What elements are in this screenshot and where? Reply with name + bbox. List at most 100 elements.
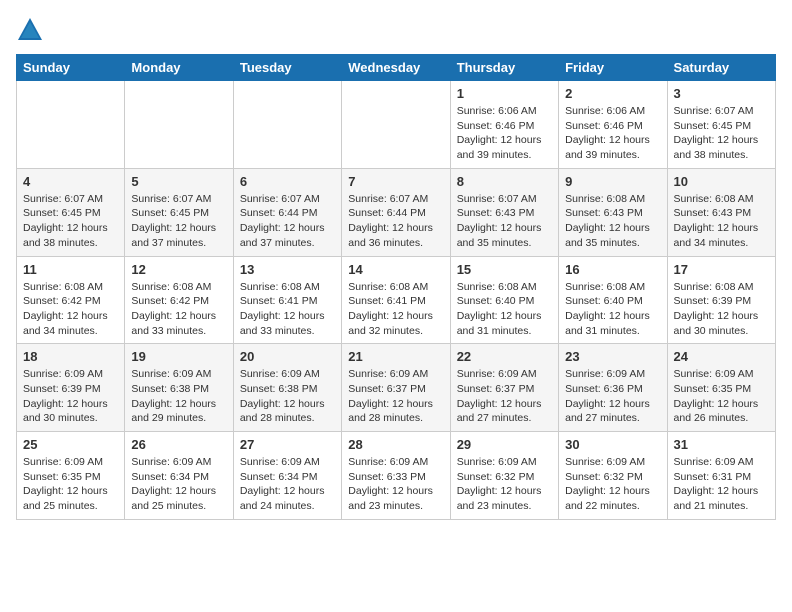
day-number: 26 [131, 437, 226, 452]
day-info: Sunrise: 6:09 AM Sunset: 6:32 PM Dayligh… [457, 455, 552, 514]
day-info: Sunrise: 6:06 AM Sunset: 6:46 PM Dayligh… [457, 104, 552, 163]
day-info: Sunrise: 6:07 AM Sunset: 6:43 PM Dayligh… [457, 192, 552, 251]
calendar-cell: 28Sunrise: 6:09 AM Sunset: 6:33 PM Dayli… [342, 432, 450, 520]
calendar-week-row: 4 Sunrise: 6:07 AM Sunset: 6:45 PM Daylig… [17, 168, 776, 256]
day-number: 31 [674, 437, 769, 452]
day-info: Sunrise: 6:08 AM Sunset: 6:39 PM Dayligh… [674, 280, 769, 339]
calendar-cell: 18 Sunrise: 6:09 AM Sunset: 6:39 PM Dayli… [17, 344, 125, 432]
day-info: Sunrise: 6:09 AM Sunset: 6:36 PM Dayligh… [565, 367, 660, 426]
day-number: 23 [565, 349, 660, 364]
day-number: 2 [565, 86, 660, 101]
day-of-week-header: Tuesday [233, 55, 341, 81]
calendar-cell: 21 Sunrise: 6:09 AM Sunset: 6:37 PM Dayli… [342, 344, 450, 432]
calendar-cell: 2Sunrise: 6:06 AM Sunset: 6:46 PM Daylig… [559, 81, 667, 169]
calendar-cell: 5 Sunrise: 6:07 AM Sunset: 6:45 PM Daylig… [125, 168, 233, 256]
day-info: Sunrise: 6:09 AM Sunset: 6:38 PM Dayligh… [131, 367, 226, 426]
day-info: Sunrise: 6:09 AM Sunset: 6:34 PM Dayligh… [240, 455, 335, 514]
day-info: Sunrise: 6:09 AM Sunset: 6:31 PM Dayligh… [674, 455, 769, 514]
calendar-cell: 1 Sunrise: 6:06 AM Sunset: 6:46 PM Daylig… [450, 81, 558, 169]
calendar-cell: 3 Sunrise: 6:07 AM Sunset: 6:45 PM Daylig… [667, 81, 775, 169]
day-of-week-header: Sunday [17, 55, 125, 81]
day-number: 14 [348, 262, 443, 277]
day-of-week-header: Saturday [667, 55, 775, 81]
day-info: Sunrise: 6:09 AM Sunset: 6:34 PM Dayligh… [131, 455, 226, 514]
logo-icon [16, 16, 44, 44]
day-number: 8 [457, 174, 552, 189]
calendar-cell: 9 Sunrise: 6:08 AM Sunset: 6:43 PM Daylig… [559, 168, 667, 256]
day-number: 27 [240, 437, 335, 452]
day-info: Sunrise: 6:08 AM Sunset: 6:40 PM Dayligh… [565, 280, 660, 339]
calendar-week-row: 25 Sunrise: 6:09 AM Sunset: 6:35 PM Dayli… [17, 432, 776, 520]
page-header [16, 16, 776, 44]
day-info: Sunrise: 6:08 AM Sunset: 6:40 PM Dayligh… [457, 280, 552, 339]
day-info: Sunrise: 6:09 AM Sunset: 6:37 PM Dayligh… [348, 367, 443, 426]
calendar-cell: 22Sunrise: 6:09 AM Sunset: 6:37 PM Dayli… [450, 344, 558, 432]
day-number: 16 [565, 262, 660, 277]
day-number: 7 [348, 174, 443, 189]
calendar-cell: 4 Sunrise: 6:07 AM Sunset: 6:45 PM Daylig… [17, 168, 125, 256]
day-info: Sunrise: 6:08 AM Sunset: 6:41 PM Dayligh… [348, 280, 443, 339]
calendar-cell: 15 Sunrise: 6:08 AM Sunset: 6:40 PM Dayli… [450, 256, 558, 344]
day-number: 20 [240, 349, 335, 364]
day-number: 18 [23, 349, 118, 364]
day-number: 30 [565, 437, 660, 452]
day-info: Sunrise: 6:07 AM Sunset: 6:44 PM Dayligh… [348, 192, 443, 251]
calendar-week-row: 18 Sunrise: 6:09 AM Sunset: 6:39 PM Dayli… [17, 344, 776, 432]
day-number: 19 [131, 349, 226, 364]
calendar-cell: 10 Sunrise: 6:08 AM Sunset: 6:43 PM Dayli… [667, 168, 775, 256]
day-number: 3 [674, 86, 769, 101]
day-info: Sunrise: 6:07 AM Sunset: 6:45 PM Dayligh… [674, 104, 769, 163]
day-of-week-header: Wednesday [342, 55, 450, 81]
day-info: Sunrise: 6:09 AM Sunset: 6:37 PM Dayligh… [457, 367, 552, 426]
calendar-cell: 27 Sunrise: 6:09 AM Sunset: 6:34 PM Dayli… [233, 432, 341, 520]
day-number: 4 [23, 174, 118, 189]
day-number: 17 [674, 262, 769, 277]
day-number: 10 [674, 174, 769, 189]
day-number: 9 [565, 174, 660, 189]
day-of-week-header: Monday [125, 55, 233, 81]
day-number: 13 [240, 262, 335, 277]
day-info: Sunrise: 6:08 AM Sunset: 6:41 PM Dayligh… [240, 280, 335, 339]
logo [16, 16, 48, 44]
day-info: Sunrise: 6:09 AM Sunset: 6:32 PM Dayligh… [565, 455, 660, 514]
day-number: 15 [457, 262, 552, 277]
day-info: Sunrise: 6:07 AM Sunset: 6:45 PM Dayligh… [131, 192, 226, 251]
day-number: 24 [674, 349, 769, 364]
day-of-week-header: Friday [559, 55, 667, 81]
day-info: Sunrise: 6:08 AM Sunset: 6:43 PM Dayligh… [674, 192, 769, 251]
day-of-week-header: Thursday [450, 55, 558, 81]
days-of-week-row: SundayMondayTuesdayWednesdayThursdayFrid… [17, 55, 776, 81]
calendar-header: SundayMondayTuesdayWednesdayThursdayFrid… [17, 55, 776, 81]
day-info: Sunrise: 6:09 AM Sunset: 6:35 PM Dayligh… [23, 455, 118, 514]
calendar-cell: 31 Sunrise: 6:09 AM Sunset: 6:31 PM Dayli… [667, 432, 775, 520]
day-info: Sunrise: 6:07 AM Sunset: 6:45 PM Dayligh… [23, 192, 118, 251]
day-info: Sunrise: 6:09 AM Sunset: 6:38 PM Dayligh… [240, 367, 335, 426]
calendar-week-row: 1 Sunrise: 6:06 AM Sunset: 6:46 PM Daylig… [17, 81, 776, 169]
calendar-cell: 23 Sunrise: 6:09 AM Sunset: 6:36 PM Dayli… [559, 344, 667, 432]
calendar-cell [125, 81, 233, 169]
calendar-body: 1 Sunrise: 6:06 AM Sunset: 6:46 PM Daylig… [17, 81, 776, 520]
day-number: 11 [23, 262, 118, 277]
calendar-cell: 16 Sunrise: 6:08 AM Sunset: 6:40 PM Dayli… [559, 256, 667, 344]
calendar-cell: 19 Sunrise: 6:09 AM Sunset: 6:38 PM Dayli… [125, 344, 233, 432]
calendar-cell: 26 Sunrise: 6:09 AM Sunset: 6:34 PM Dayli… [125, 432, 233, 520]
calendar-cell: 11Sunrise: 6:08 AM Sunset: 6:42 PM Dayli… [17, 256, 125, 344]
calendar-cell: 8 Sunrise: 6:07 AM Sunset: 6:43 PM Daylig… [450, 168, 558, 256]
calendar-cell [17, 81, 125, 169]
day-number: 6 [240, 174, 335, 189]
calendar-cell: 30 Sunrise: 6:09 AM Sunset: 6:32 PM Dayli… [559, 432, 667, 520]
day-number: 21 [348, 349, 443, 364]
calendar-cell: 17 Sunrise: 6:08 AM Sunset: 6:39 PM Dayli… [667, 256, 775, 344]
day-info: Sunrise: 6:09 AM Sunset: 6:39 PM Dayligh… [23, 367, 118, 426]
calendar-week-row: 11 Sunrise: 6:08 AM Sunset: 6:42 PM Dayli… [17, 256, 776, 344]
day-number: 25 [23, 437, 118, 452]
day-info: Sunrise: 6:08 AM Sunset: 6:43 PM Dayligh… [565, 192, 660, 251]
calendar-cell [233, 81, 341, 169]
calendar-cell: 12Sunrise: 6:08 AM Sunset: 6:42 PM Dayli… [125, 256, 233, 344]
calendar-cell: 29Sunrise: 6:09 AM Sunset: 6:32 PM Dayli… [450, 432, 558, 520]
day-number: 1 [457, 86, 552, 101]
day-number: 5 [131, 174, 226, 189]
day-info: Sunrise: 6:08 AM Sunset: 6:42 PM Dayligh… [131, 280, 226, 339]
calendar-cell: 24Sunrise: 6:09 AM Sunset: 6:35 PM Dayli… [667, 344, 775, 432]
calendar-cell: 7 Sunrise: 6:07 AM Sunset: 6:44 PM Daylig… [342, 168, 450, 256]
